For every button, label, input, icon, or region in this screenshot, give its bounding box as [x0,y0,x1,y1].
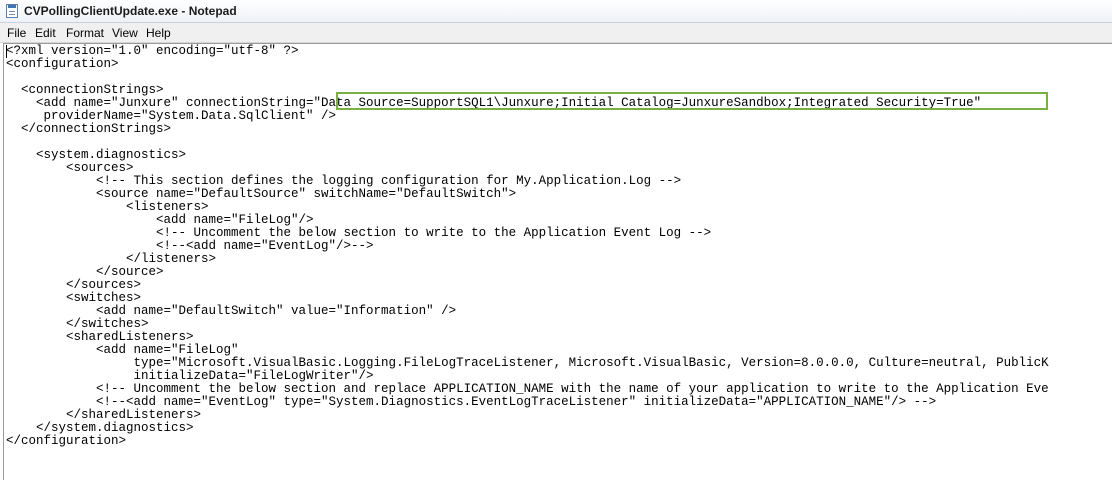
menu-help[interactable]: Help [146,26,171,40]
code-line: </connectionStrings> [6,122,172,136]
menu-edit[interactable]: Edit [35,26,56,40]
text-caret [6,45,7,58]
menu-format[interactable]: Format [66,26,104,40]
text-editor[interactable]: <?xml version="1.0" encoding="utf-8" ?> … [3,43,1112,480]
menu-view[interactable]: View [112,26,138,40]
title-bar[interactable]: CVPollingClientUpdate.exe - Notepad [0,0,1112,23]
window-title: CVPollingClientUpdate.exe - Notepad [24,4,237,18]
code-line: </configuration> [6,434,127,448]
notepad-icon [6,4,18,18]
menu-bar: File Edit Format View Help [0,23,1112,43]
connection-string-highlight-box [336,92,1048,110]
menu-file[interactable]: File [7,26,26,40]
code-line: <configuration> [6,57,119,71]
